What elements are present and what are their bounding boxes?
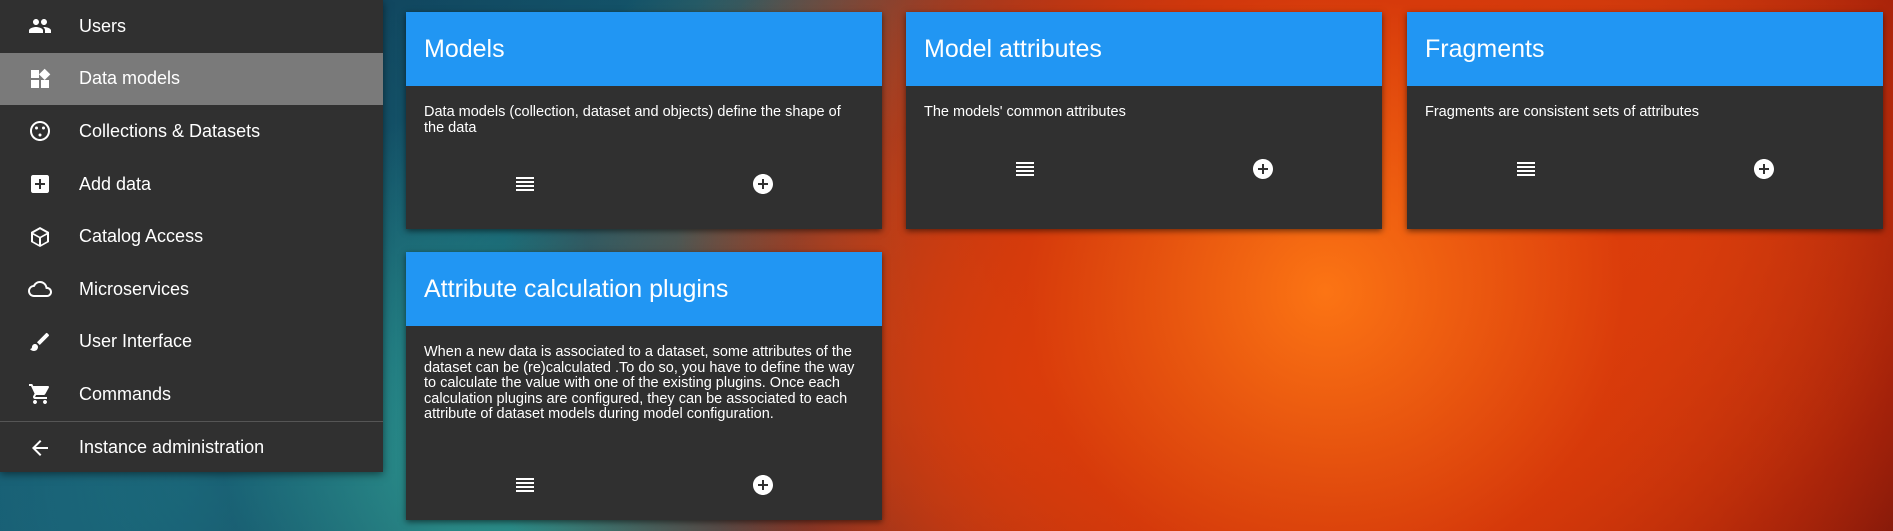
add-circle-icon [1251,157,1275,186]
sidebar-item-user-interface[interactable]: User Interface [0,316,383,369]
list-button[interactable] [406,469,644,505]
sidebar-menu: Users Data models Collections & Datasets… [0,0,383,472]
card-actions [406,469,882,505]
sidebar-item-label: Collections & Datasets [79,120,261,141]
card-title: Models [406,12,882,86]
sidebar-item-add-data[interactable]: Add data [0,158,383,211]
sidebar-item-label: Catalog Access [79,226,204,247]
card-title: Model attributes [906,12,1382,86]
card-actions [906,153,1382,189]
add-button[interactable] [644,469,882,505]
card-title: Attribute calculation plugins [406,252,882,326]
sidebar-item-label: Instance administration [79,437,265,458]
list-button[interactable] [906,153,1144,189]
add-button[interactable] [1144,153,1382,189]
collections-icon [0,119,79,143]
list-icon [513,473,537,502]
list-button[interactable] [406,168,644,204]
sidebar-item-label: Users [79,15,127,36]
widgets-icon [0,67,79,91]
card-actions [406,168,882,204]
sidebar-item-label: Microservices [79,278,190,299]
card-description: Fragments are consistent sets of attribu… [1425,104,1700,120]
add-circle-icon [751,172,775,201]
cube-icon [0,225,79,249]
sidebar-item-label: User Interface [79,331,193,352]
add-box-icon [0,172,79,196]
brush-icon [0,330,79,354]
cloud-icon [0,277,79,301]
users-icon [0,14,79,38]
sidebar-item-users[interactable]: Users [0,0,383,53]
card-actions [1407,153,1883,189]
add-button[interactable] [644,168,882,204]
sidebar-item-data-models[interactable]: Data models [0,52,383,106]
sidebar-item-catalog-access[interactable]: Catalog Access [0,210,383,263]
card-fragments: Fragments Fragments are consistent sets … [1407,12,1883,229]
sidebar-item-commands[interactable]: Commands [0,368,383,421]
add-circle-icon [1752,157,1776,186]
sidebar-item-label: Data models [79,68,181,89]
sidebar-item-label: Add data [79,173,152,194]
sidebar-item-microservices[interactable]: Microservices [0,263,383,316]
list-button[interactable] [1407,153,1645,189]
arrow-back-icon [0,436,79,460]
list-icon [1013,157,1037,186]
sidebar-item-collections-datasets[interactable]: Collections & Datasets [0,105,383,158]
card-models: Models Data models (collection, dataset … [406,12,882,229]
sidebar-item-label: Commands [79,383,172,404]
card-attribute-calculation-plugins: Attribute calculation plugins When a new… [406,252,882,520]
card-model-attributes: Model attributes The models' common attr… [906,12,1382,229]
list-icon [513,172,537,201]
add-circle-icon [751,473,775,502]
add-button[interactable] [1645,153,1883,189]
card-description: The models' common attributes [924,104,1126,120]
sidebar-item-instance-administration[interactable]: Instance administration [0,420,383,472]
card-description: When a new data is associated to a datas… [424,344,855,422]
card-description: Data models (collection, dataset and obj… [424,104,841,136]
card-title: Fragments [1407,12,1883,86]
list-icon [1514,157,1538,186]
cart-icon [0,382,79,406]
